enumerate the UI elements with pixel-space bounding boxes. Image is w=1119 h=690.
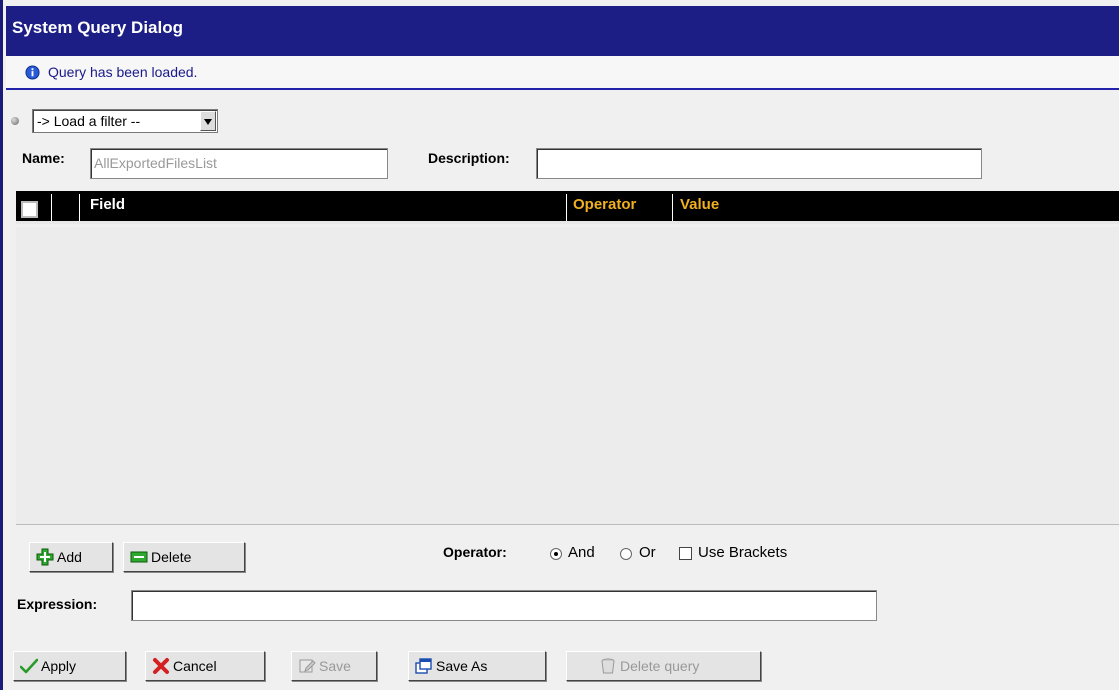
- column-operator[interactable]: Operator: [573, 196, 636, 213]
- cancel-icon: [153, 658, 169, 674]
- delete-query-label: Delete query: [620, 658, 700, 674]
- filter-bullet-icon: [11, 117, 19, 125]
- expression-label: Expression:: [17, 596, 98, 612]
- info-icon: [25, 65, 40, 80]
- cancel-label: Cancel: [173, 658, 217, 674]
- description-field[interactable]: [536, 148, 982, 179]
- add-button[interactable]: Add: [29, 542, 113, 572]
- grid-header: Field Operator Value: [16, 191, 1119, 224]
- apply-button[interactable]: Apply: [13, 651, 126, 681]
- description-label: Description:: [428, 150, 510, 166]
- trash-icon: [601, 658, 615, 674]
- name-label: Name:: [22, 150, 65, 166]
- check-icon: [20, 658, 38, 674]
- name-field[interactable]: AllExportedFilesList: [90, 148, 388, 179]
- save-as-icon: [415, 658, 432, 674]
- delete-button[interactable]: Delete: [123, 542, 245, 572]
- select-all-checkbox[interactable]: [21, 201, 38, 218]
- status-bar: Query has been loaded.: [6, 56, 1119, 90]
- title-bar: System Query Dialog: [6, 6, 1119, 56]
- load-filter-select[interactable]: -> Load a filter --: [32, 109, 218, 133]
- add-label: Add: [57, 549, 82, 565]
- operator-and-radio[interactable]: [550, 548, 562, 560]
- column-value[interactable]: Value: [680, 196, 719, 213]
- cancel-button[interactable]: Cancel: [145, 651, 265, 681]
- chevron-down-icon[interactable]: [200, 111, 216, 131]
- delete-label: Delete: [151, 549, 192, 565]
- expression-field[interactable]: [131, 590, 877, 621]
- use-brackets-label[interactable]: Use Brackets: [698, 544, 787, 561]
- delete-query-button[interactable]: Delete query: [566, 651, 761, 681]
- column-field[interactable]: Field: [90, 196, 125, 213]
- delete-icon: [130, 551, 148, 563]
- operator-or-label[interactable]: Or: [639, 544, 656, 561]
- grid-body: [16, 227, 1119, 525]
- save-icon: [299, 659, 316, 673]
- operator-label: Operator:: [443, 544, 507, 560]
- save-button[interactable]: Save: [291, 651, 377, 681]
- load-filter-value: -> Load a filter --: [37, 113, 141, 129]
- add-icon: [36, 548, 54, 566]
- apply-label: Apply: [41, 658, 77, 674]
- dialog-frame: System Query Dialog Query has been loade…: [0, 0, 1119, 690]
- save-as-button[interactable]: Save As: [408, 651, 546, 681]
- operator-and-label[interactable]: And: [568, 544, 595, 561]
- save-as-label: Save As: [436, 658, 488, 674]
- dialog-title: System Query Dialog: [12, 18, 184, 37]
- operator-or-radio[interactable]: [620, 548, 632, 560]
- status-message: Query has been loaded.: [48, 64, 198, 80]
- save-label: Save: [319, 658, 351, 674]
- use-brackets-checkbox[interactable]: [679, 547, 692, 560]
